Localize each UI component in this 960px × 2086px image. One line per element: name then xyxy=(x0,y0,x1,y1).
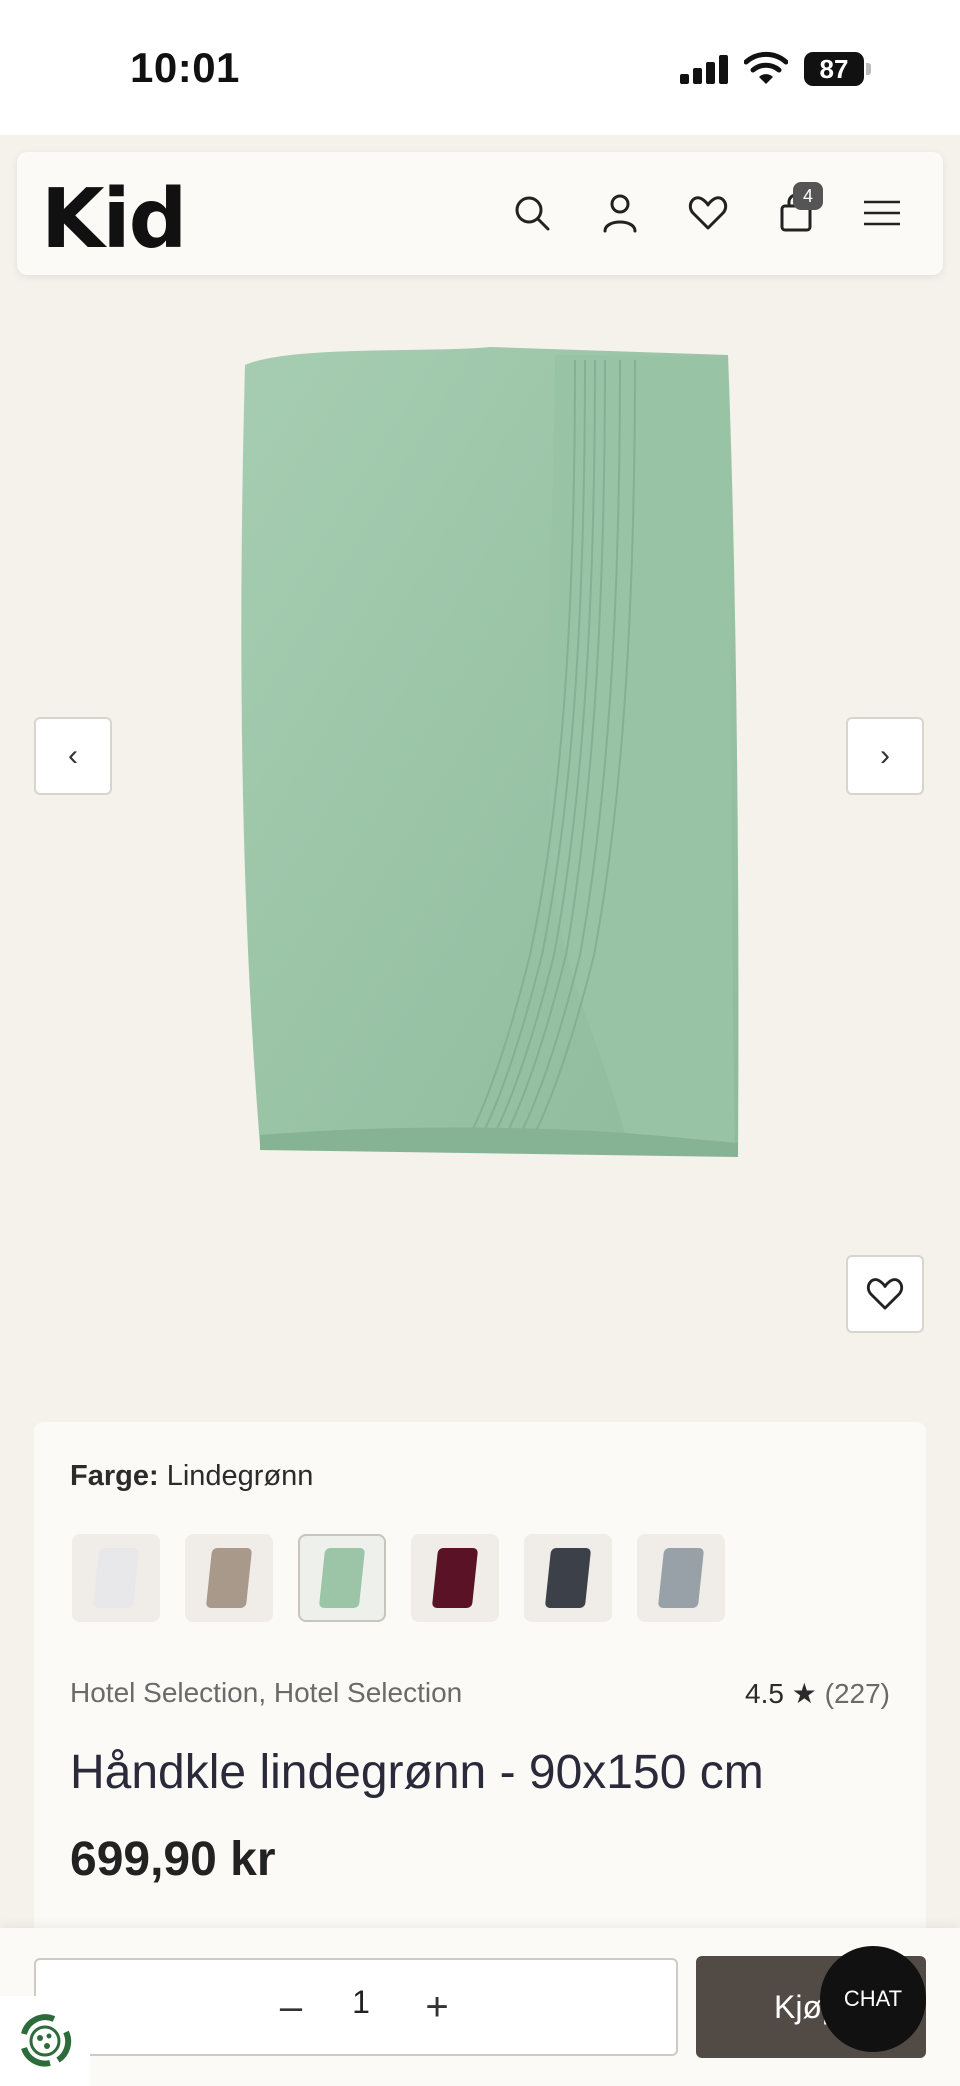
hamburger-icon[interactable] xyxy=(859,190,905,236)
swatch-thumbnail xyxy=(431,1548,479,1608)
swatch-thumbnail xyxy=(205,1548,253,1608)
brand-name[interactable]: Hotel Selection, Hotel Selection xyxy=(70,1677,462,1709)
product-gallery: ‹ › xyxy=(0,275,960,1400)
chevron-left-icon: ‹ xyxy=(68,739,78,772)
quantity-decrease-button[interactable]: – xyxy=(266,1982,316,2032)
search-icon[interactable] xyxy=(509,190,555,236)
heart-icon xyxy=(866,1278,904,1310)
quantity-value[interactable]: 1 xyxy=(336,1984,386,2021)
product-title: Håndkle lindegrønn - 90x150 cm xyxy=(70,1746,764,1799)
swatch-thumbnail xyxy=(92,1548,140,1608)
recycle-icon[interactable] xyxy=(0,1996,90,2086)
gallery-next-button[interactable]: › xyxy=(846,717,924,795)
swatch-thumbnail xyxy=(544,1548,592,1608)
rating-value: 4.5 xyxy=(745,1678,784,1709)
gallery-prev-button[interactable]: ‹ xyxy=(34,717,112,795)
color-swatch[interactable] xyxy=(298,1534,386,1622)
color-swatch[interactable] xyxy=(72,1534,160,1622)
user-icon[interactable] xyxy=(597,190,643,236)
product-price: 699,90 kr xyxy=(70,1833,276,1886)
quantity-increase-button[interactable]: + xyxy=(412,1982,462,2032)
color-swatch[interactable] xyxy=(185,1534,273,1622)
site-header: Kid 4 xyxy=(17,152,943,275)
signal-icon xyxy=(680,54,730,84)
color-value: Lindegrønn xyxy=(166,1460,314,1492)
swatch-thumbnail xyxy=(657,1548,705,1608)
color-swatches xyxy=(72,1534,750,1622)
battery-level: 87 xyxy=(804,52,864,86)
review-count: (227) xyxy=(824,1678,890,1709)
color-swatch[interactable] xyxy=(524,1534,612,1622)
color-label: Farge: xyxy=(70,1460,159,1492)
chevron-right-icon: › xyxy=(880,739,890,772)
color-swatch[interactable] xyxy=(411,1534,499,1622)
swatch-thumbnail xyxy=(318,1548,366,1608)
bag-icon[interactable]: 4 xyxy=(773,182,823,236)
battery-icon: 87 xyxy=(804,52,874,86)
star-icon: ★ xyxy=(791,1678,817,1709)
logo[interactable]: Kid xyxy=(41,172,187,267)
cart-count-badge: 4 xyxy=(793,182,823,210)
product-image xyxy=(241,347,739,1157)
status-bar: 10:01 87 xyxy=(0,0,960,135)
heart-icon[interactable] xyxy=(685,190,731,236)
add-to-cart-bar: – 1 + Kjøp xyxy=(0,1928,960,2086)
status-time: 10:01 xyxy=(130,44,240,91)
quantity-stepper: – 1 + xyxy=(34,1958,678,2056)
color-selection: Farge: Lindegrønn xyxy=(70,1460,313,1493)
chat-button[interactable]: CHAT xyxy=(820,1946,926,2052)
wifi-icon xyxy=(743,50,789,86)
rating[interactable]: 4.5 ★ (227) xyxy=(745,1677,890,1710)
add-to-wishlist-button[interactable] xyxy=(846,1255,924,1333)
color-swatch[interactable] xyxy=(637,1534,725,1622)
